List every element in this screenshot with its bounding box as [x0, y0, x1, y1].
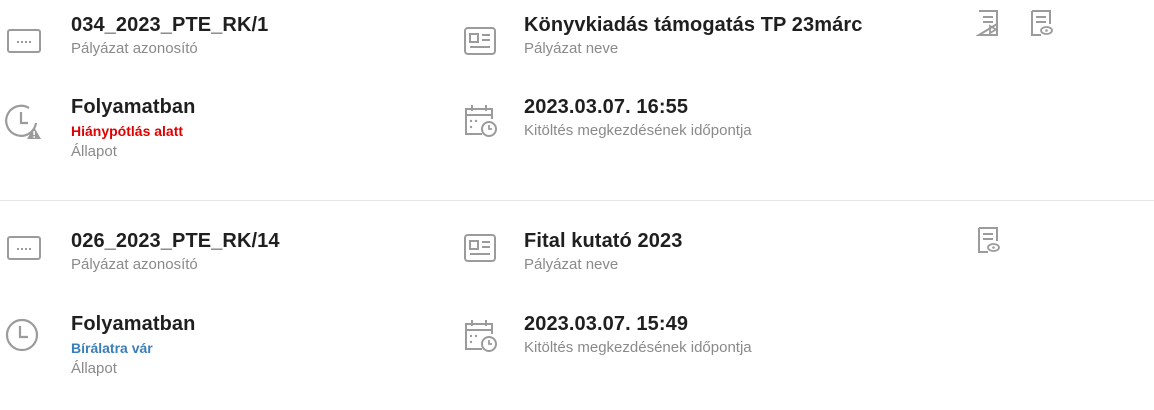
status-label: Állapot [71, 360, 117, 377]
start-date: 2023.03.07. 15:49 [524, 313, 689, 335]
application-id: 026_2023_PTE_RK/14 [71, 230, 280, 252]
application-name: Könyvkiadás támogatás TP 23márc [524, 14, 863, 36]
application-id-label: Pályázat azonosító [71, 40, 198, 57]
document-view-icon[interactable] [976, 227, 1000, 253]
id-card-icon [5, 229, 45, 269]
start-date: 2023.03.07. 16:55 [524, 96, 689, 118]
status-value: Folyamatban [71, 313, 196, 335]
document-view-icon[interactable] [1029, 10, 1053, 36]
status-badge: Hiánypótlás alatt [71, 123, 184, 139]
clock-warning-icon [3, 101, 43, 141]
status-badge: Bírálatra vár [71, 340, 153, 356]
newspaper-icon [461, 229, 501, 269]
application-card: 034_2023_PTE_RK/1 Pályázat azonosító Kön… [0, 0, 1154, 200]
application-id: 034_2023_PTE_RK/1 [71, 14, 269, 36]
id-card-icon [5, 22, 45, 62]
calendar-clock-icon [460, 101, 500, 141]
application-name-label: Pályázat neve [524, 40, 619, 57]
clock-icon [3, 315, 43, 355]
document-play-icon[interactable] [976, 10, 1000, 36]
calendar-clock-icon [460, 316, 500, 356]
application-name-label: Pályázat neve [524, 256, 619, 273]
start-date-label: Kitöltés megkezdésének időpontja [524, 339, 752, 356]
newspaper-icon [461, 22, 501, 62]
application-name: Fital kutató 2023 [524, 230, 683, 252]
start-date-label: Kitöltés megkezdésének időpontja [524, 122, 752, 139]
application-id-label: Pályázat azonosító [71, 256, 198, 273]
application-card: 026_2023_PTE_RK/14 Pályázat azonosító Fi… [0, 201, 1154, 410]
status-label: Állapot [71, 143, 117, 160]
status-value: Folyamatban [71, 96, 196, 118]
